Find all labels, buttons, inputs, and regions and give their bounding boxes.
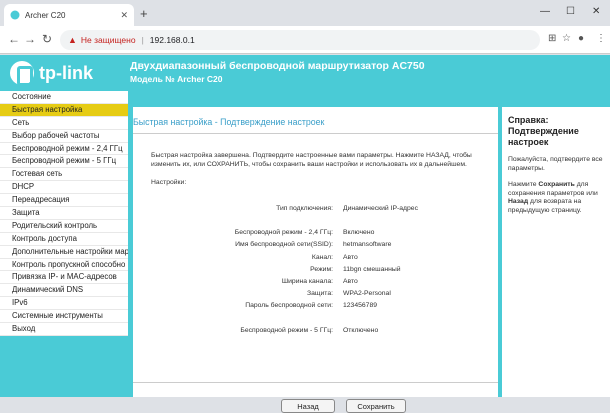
- help-paragraph-2: Нажмите Сохранить для сохранения парамет…: [508, 181, 604, 215]
- sidebar-item[interactable]: Переадресация: [0, 194, 128, 208]
- router-page: tp-link Двухдиапазонный беспроводной мар…: [0, 55, 610, 413]
- sidebar-item[interactable]: Контроль пропускной способно: [0, 259, 128, 272]
- settings-row: Канал: Авто: [151, 254, 496, 264]
- address-bar[interactable]: ▲ Не защищено | 192.168.0.1: [60, 30, 540, 50]
- settings-row-value: Включено: [343, 229, 375, 236]
- browser-tab[interactable]: Archer C20 ✕: [4, 4, 134, 26]
- settings-row-value: Отключено: [343, 327, 379, 334]
- main-panel: Быстрая настройка - Подтверждение настро…: [133, 107, 498, 413]
- sidebar-item[interactable]: Динамический DNS: [0, 284, 128, 298]
- sidebar-item[interactable]: Быстрая настройка: [0, 103, 128, 117]
- browser-tabbar: Archer C20 ✕ + — ☐ ✕: [0, 0, 610, 26]
- sidebar-item[interactable]: Контроль доступа: [0, 233, 128, 246]
- settings-row: Беспроводной режим - 5 ГГц: Отключено: [151, 327, 496, 337]
- new-tab-icon[interactable]: +: [140, 6, 148, 21]
- translate-icon[interactable]: ⊞: [548, 33, 556, 44]
- settings-row-label: Пароль беспроводной сети:: [245, 302, 333, 309]
- maximize-icon[interactable]: ☐: [566, 6, 575, 17]
- sidebar-item[interactable]: Беспроводной режим - 2,4 ГГц: [0, 143, 128, 156]
- settings-row-value: 123456789: [343, 302, 378, 309]
- settings-row: Пароль беспроводной сети: 123456789: [151, 302, 496, 312]
- settings-row-label: Защита:: [307, 290, 333, 297]
- sidebar-item[interactable]: Гостевая сеть: [0, 168, 128, 182]
- settings-row-label: Беспроводной режим - 2,4 ГГц:: [234, 229, 333, 236]
- settings-row-value: Динамический IP-адрес: [343, 205, 418, 212]
- menu-icon[interactable]: ⋮: [596, 33, 606, 44]
- back-button[interactable]: Назад: [281, 399, 335, 413]
- help-title: Справка: Подтверждение настроек: [508, 115, 579, 147]
- settings-row: Тип подключения: Динамический IP-адрес: [151, 205, 496, 215]
- sidebar-item[interactable]: Системные инструменты: [0, 310, 128, 324]
- url-text[interactable]: 192.168.0.1: [150, 35, 195, 45]
- settings-row: Имя беспроводной сети(SSID): hetmansoftwa…: [151, 241, 496, 251]
- minimize-icon[interactable]: —: [540, 6, 550, 17]
- browser-toolbar: ← → ↻ ▲ Не защищено | 192.168.0.1 ⊞ ☆ ● …: [0, 26, 610, 54]
- page-favicon-icon: [10, 10, 20, 20]
- sidebar-item[interactable]: IPv6: [0, 297, 128, 311]
- save-button[interactable]: Сохранить: [346, 399, 406, 413]
- intro-text: Быстрая настройка завершена. Подтвердите…: [151, 152, 472, 168]
- router-model: Модель № Archer C20: [130, 74, 223, 84]
- help-save-word: Сохранить: [538, 181, 575, 188]
- help-back-word: Назад: [508, 198, 529, 205]
- settings-row-value: Авто: [343, 254, 358, 261]
- tab-title: Archer C20: [25, 10, 66, 20]
- settings-row-label: Режим:: [310, 266, 333, 273]
- settings-label: Настройки:: [151, 179, 187, 186]
- router-header: tp-link Двухдиапазонный беспроводной мар…: [0, 55, 610, 92]
- sidebar-item[interactable]: Состояние: [0, 91, 128, 104]
- sidebar-item[interactable]: Сеть: [0, 117, 128, 130]
- not-secure-label[interactable]: Не защищено: [81, 35, 136, 45]
- help-p2-pre: Нажмите: [508, 181, 539, 188]
- settings-row: Режим: 11bgn смешанный: [151, 266, 496, 276]
- settings-row-label: Беспроводной режим - 5 ГГц:: [240, 327, 333, 334]
- sidebar-item[interactable]: Дополнительные настройки мар: [0, 246, 128, 259]
- sidebar-item[interactable]: Выход: [0, 323, 128, 336]
- settings-row-label: Имя беспроводной сети(SSID):: [235, 241, 333, 248]
- title-divider: [133, 133, 498, 134]
- settings-row: Беспроводной режим - 2,4 ГГц: Включено: [151, 229, 496, 239]
- sidebar-item[interactable]: Выбор рабочей частоты: [0, 130, 128, 143]
- settings-row: Защита: WPA2-Personal: [151, 290, 496, 300]
- back-icon[interactable]: ←: [8, 32, 20, 46]
- help-paragraph-1: Пожалуйста, подтвердите все параметры.: [508, 156, 603, 172]
- window-close-icon[interactable]: ✕: [592, 6, 600, 17]
- tp-link-logo-icon: [10, 61, 34, 86]
- tp-link-logo: tp-link: [10, 61, 93, 86]
- router-title: Двухдиапазонный беспроводной маршрутизат…: [130, 60, 425, 72]
- sidebar-item[interactable]: Беспроводной режим - 5 ГГц: [0, 155, 128, 169]
- sidebar-item[interactable]: Родительский контроль: [0, 220, 128, 233]
- profile-icon[interactable]: ●: [578, 33, 584, 44]
- settings-row-value: 11bgn смешанный: [343, 266, 401, 273]
- address-separator: |: [141, 35, 144, 45]
- tab-close-icon[interactable]: ✕: [120, 10, 128, 21]
- sidebar-menu: Состояние Быстрая настройка Сеть Выбор рабо…: [0, 91, 128, 336]
- settings-row-value: WPA2-Personal: [343, 290, 391, 297]
- settings-row-label: Канал:: [311, 254, 333, 261]
- settings-row-value: Авто: [343, 278, 358, 285]
- warning-icon[interactable]: ▲: [68, 35, 77, 45]
- page-title: Быстрая настройка - Подтверждение настро…: [133, 117, 325, 127]
- star-icon[interactable]: ☆: [562, 33, 571, 44]
- settings-row-label: Тип подключения:: [276, 205, 333, 212]
- settings-row-label: Ширина канала:: [281, 278, 333, 285]
- bottom-divider: [133, 382, 498, 383]
- sidebar-item[interactable]: DHCP: [0, 181, 128, 195]
- logo-text: tp-link: [39, 62, 93, 83]
- sidebar-item[interactable]: Защита: [0, 207, 128, 220]
- reload-icon[interactable]: ↻: [42, 32, 52, 46]
- settings-row: Ширина канала: Авто: [151, 278, 496, 288]
- help-panel: Справка: Подтверждение настроек Пожалуйс…: [502, 107, 610, 397]
- settings-row-value: hetmansoftware: [343, 241, 392, 248]
- forward-icon[interactable]: →: [24, 32, 36, 46]
- sidebar-item[interactable]: Привязка IP- и MAC-адресов: [0, 271, 128, 285]
